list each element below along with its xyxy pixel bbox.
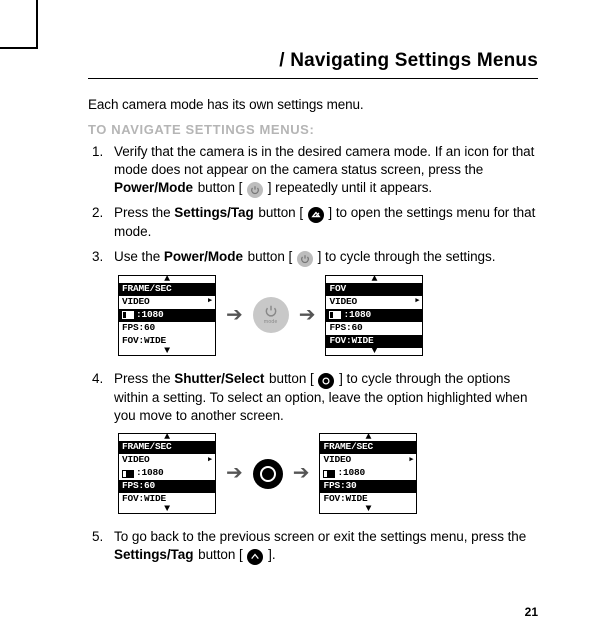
- lcd-row: :1080: [320, 467, 416, 480]
- step-text: ] repeatedly until it appears.: [263, 180, 433, 195]
- lcd-screen-b: ▲ FOV VIDEO▶ :1080 FPS:60 FOV:WIDE ▼: [325, 275, 423, 356]
- arrow-right-icon: ➔: [293, 460, 310, 487]
- triangle-up-icon: ▲: [326, 276, 422, 283]
- power-mode-icon: [247, 182, 263, 198]
- lcd-row: FPS:30: [320, 480, 416, 493]
- section-subhead: TO NAVIGATE SETTINGS MENUS:: [88, 122, 538, 137]
- lcd-row: VIDEO▶: [119, 454, 215, 467]
- step-num: 4.: [92, 370, 103, 388]
- mode-button-label: mode: [264, 319, 278, 326]
- triangle-down-icon: ▼: [119, 506, 215, 513]
- lcd-header: FRAME/SEC: [320, 441, 416, 454]
- settings-tag-icon: [308, 207, 324, 223]
- triangle-up-icon: ▲: [320, 434, 416, 441]
- triangle-up-icon: ▲: [119, 434, 215, 441]
- step-num: 1.: [92, 143, 103, 161]
- power-mode-label: Power/Mode: [114, 180, 193, 195]
- step-num: 2.: [92, 204, 103, 222]
- page-content: / Navigating Settings Menus Each camera …: [38, 0, 578, 643]
- triangle-down-icon: ▼: [326, 348, 422, 355]
- page-title: / Navigating Settings Menus: [88, 50, 538, 79]
- step-text: Press the: [114, 371, 174, 386]
- bracket: button [: [254, 205, 308, 220]
- shutter-select-label: Shutter/Select: [174, 371, 264, 386]
- screen-sequence-1: ▲ FRAME/SEC VIDEO▶ :1080 FPS:60 FOV:WIDE…: [118, 275, 538, 356]
- step-num: 5.: [92, 528, 103, 546]
- settings-tag-label: Settings/Tag: [174, 205, 253, 220]
- step-text: Use the: [114, 249, 164, 264]
- lcd-row: FPS:60: [326, 322, 422, 335]
- shutter-button-icon: [253, 459, 283, 489]
- bracket: button [: [264, 371, 318, 386]
- power-mode-label: Power/Mode: [164, 249, 243, 264]
- settings-tag-icon: [247, 549, 263, 565]
- screen-sequence-2: ▲ FRAME/SEC VIDEO▶ :1080 FPS:60 FOV:WIDE…: [118, 433, 538, 514]
- intro-text: Each camera mode has its own settings me…: [88, 97, 538, 112]
- lcd-row: FPS:60: [119, 480, 215, 493]
- lcd-row: :1080: [326, 309, 422, 322]
- step-1: 1. Verify that the camera is in the desi…: [110, 143, 538, 198]
- bracket: button [: [193, 180, 247, 195]
- step-5: 5. To go back to the previous screen or …: [110, 528, 538, 565]
- lcd-row: :1080: [119, 309, 215, 322]
- shutter-select-icon: [318, 373, 334, 389]
- step-4: 4. Press the Shutter/Select button [ ] t…: [110, 370, 538, 514]
- triangle-down-icon: ▼: [320, 506, 416, 513]
- step-text: ].: [263, 547, 276, 562]
- step-text: ] to cycle through the settings.: [313, 249, 496, 264]
- crop-mark-top: [0, 47, 38, 49]
- lcd-row: FPS:60: [119, 322, 215, 335]
- step-2: 2. Press the Settings/Tag button [ ] to …: [110, 204, 538, 241]
- arrow-right-icon: ➔: [299, 302, 316, 329]
- page-number: 21: [525, 605, 538, 619]
- power-mode-icon: [297, 251, 313, 267]
- arrow-right-icon: ➔: [226, 302, 243, 329]
- triangle-up-icon: ▲: [119, 276, 215, 283]
- triangle-down-icon: ▼: [119, 348, 215, 355]
- lcd-screen-a: ▲ FRAME/SEC VIDEO▶ :1080 FPS:60 FOV:WIDE…: [118, 275, 216, 356]
- step-text: Verify that the camera is in the desired…: [114, 144, 534, 177]
- mode-button-icon: mode: [253, 297, 289, 333]
- bracket: button [: [193, 547, 247, 562]
- lcd-header: FRAME/SEC: [119, 283, 215, 296]
- lcd-row: :1080: [119, 467, 215, 480]
- settings-tag-label: Settings/Tag: [114, 547, 193, 562]
- lcd-row: VIDEO▶: [320, 454, 416, 467]
- step-num: 3.: [92, 248, 103, 266]
- lcd-screen-d: ▲ FRAME/SEC VIDEO▶ :1080 FPS:30 FOV:WIDE…: [319, 433, 417, 514]
- step-text: To go back to the previous screen or exi…: [114, 529, 526, 544]
- step-3: 3. Use the Power/Mode button [ ] to cycl…: [110, 248, 538, 356]
- lcd-row: VIDEO▶: [119, 296, 215, 309]
- lcd-screen-c: ▲ FRAME/SEC VIDEO▶ :1080 FPS:60 FOV:WIDE…: [118, 433, 216, 514]
- lcd-header: FRAME/SEC: [119, 441, 215, 454]
- step-text: Press the: [114, 205, 174, 220]
- bracket: button [: [243, 249, 297, 264]
- arrow-right-icon: ➔: [226, 460, 243, 487]
- lcd-row: VIDEO▶: [326, 296, 422, 309]
